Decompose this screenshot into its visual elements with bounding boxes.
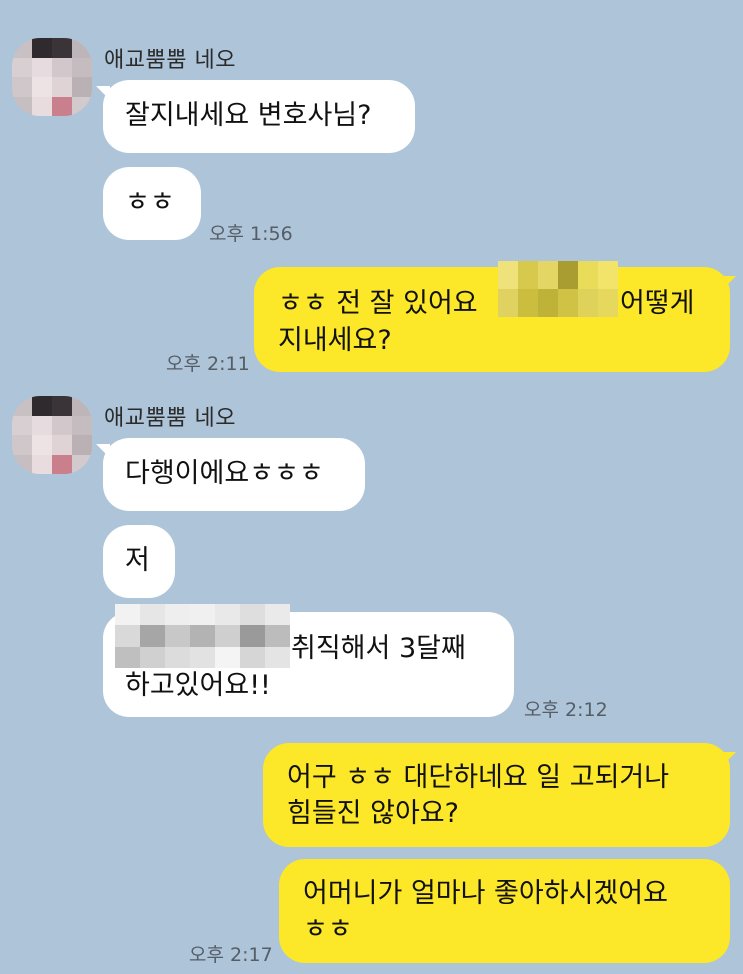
message-text: 취직해서 3달째 <box>291 633 466 664</box>
message-text: 지내세요? <box>278 325 392 356</box>
message-text: 어머니가 얼마나 좋아하시겠어요 <box>303 878 668 909</box>
censored-text-mosaic <box>115 604 290 668</box>
sender-name: 애교뿜뿜 네오 <box>104 48 236 73</box>
avatar[interactable] <box>12 396 92 474</box>
message-text: ㅎㅎ <box>303 914 353 945</box>
message-bubble-incoming[interactable]: ㅎㅎ <box>103 167 201 240</box>
message-timestamp: 오후 2:11 <box>166 353 250 375</box>
message-bubble-incoming[interactable]: 저 <box>103 525 175 598</box>
message-bubble-incoming[interactable]: 취직해서 3달째 하고있어요!! <box>103 604 514 717</box>
message-timestamp: 오후 2:12 <box>524 699 608 721</box>
message-text: 힘들진 않아요? <box>287 798 459 829</box>
message-timestamp: 오후 1:56 <box>209 223 293 245</box>
message-text: 저 <box>125 545 150 576</box>
message-bubble-incoming[interactable]: 다행이에요ㅎㅎㅎ <box>103 438 365 511</box>
message-bubble-outgoing[interactable]: ㅎㅎ 전 잘 있어요 어떻게 지내세요? <box>254 261 730 372</box>
message-text: ㅎㅎ 전 잘 있어요 <box>278 288 478 319</box>
message-text: 다행이에요ㅎㅎㅎ <box>125 458 324 489</box>
message-text: 잘지내세요 변호사님? <box>125 100 372 131</box>
avatar[interactable] <box>12 38 92 116</box>
message-text: 하고있어요!! <box>125 670 271 701</box>
message-text: 어떻게 <box>620 288 695 319</box>
message-timestamp: 오후 2:17 <box>189 944 273 966</box>
sender-name: 애교뿜뿜 네오 <box>104 406 236 431</box>
message-bubble-incoming[interactable]: 잘지내세요 변호사님? <box>103 80 415 153</box>
message-text: ㅎㅎ <box>125 187 175 218</box>
censored-text-mosaic <box>498 261 618 317</box>
message-bubble-outgoing[interactable]: 어구 ㅎㅎ 대단하네요 일 고되거나 힘들진 않아요? <box>263 743 730 847</box>
message-bubble-outgoing[interactable]: 어머니가 얼마나 좋아하시겠어요 ㅎㅎ <box>279 859 730 963</box>
